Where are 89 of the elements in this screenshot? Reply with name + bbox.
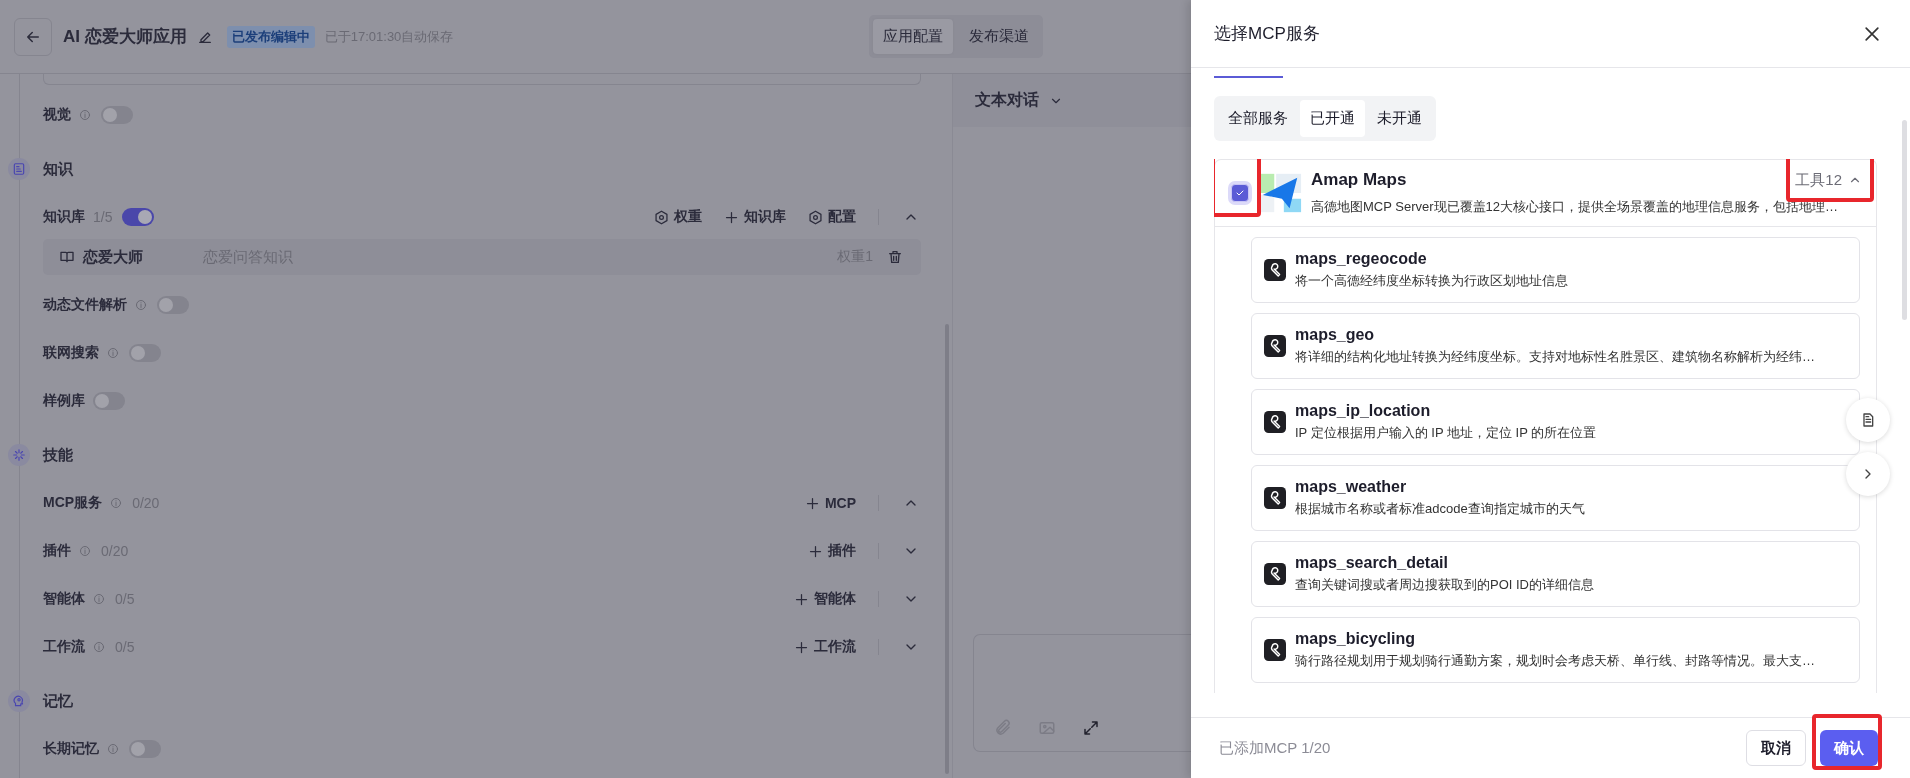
plus-icon — [794, 639, 809, 655]
tab[interactable]: 全部服务 — [1218, 100, 1298, 137]
trash-icon[interactable] — [887, 249, 903, 265]
next-button[interactable] — [1846, 452, 1890, 496]
toggle-switch[interactable] — [122, 208, 155, 226]
tool-description: 将一个高德经纬度坐标转换为行政区划地址信息 — [1295, 272, 1568, 290]
service-name: Amap Maps — [1311, 170, 1407, 190]
checkbox[interactable] — [1231, 184, 1249, 202]
plus-icon — [794, 591, 809, 607]
mode-dropdown[interactable]: 文本对话 — [975, 90, 1063, 111]
tool-description: 根据城市名称或者标准adcode查询指定城市的天气 — [1295, 500, 1585, 518]
plus-icon — [808, 543, 823, 559]
add-button[interactable]: 智能体 — [794, 590, 856, 608]
add-button[interactable]: 插件 — [808, 542, 856, 560]
book-icon — [59, 249, 75, 265]
info-icon[interactable] — [135, 299, 147, 311]
tool-count-toggle[interactable]: 工具12 — [1795, 170, 1862, 190]
gear-icon — [808, 209, 823, 225]
knowledge-name: 恋爱大师 — [83, 247, 143, 267]
section-title: 记忆 — [43, 691, 73, 711]
setting-label: 长期记忆 — [43, 740, 99, 758]
tool-item[interactable]: maps_ip_location IP 定位根据用户输入的 IP 地址，定位 IP 的所在位置 — [1251, 389, 1860, 455]
tool-item[interactable]: maps_geo 将详细的结构化地址转换为经纬度坐标。支持对地标性名胜景区、建筑物名称解析为经纬… — [1251, 313, 1860, 379]
toggle-switch[interactable] — [129, 740, 161, 758]
tool-name: maps_weather — [1295, 478, 1408, 496]
setting-label: 工作流 — [43, 638, 85, 656]
back-button[interactable] — [14, 17, 52, 56]
tool-name: maps_search_detail — [1295, 554, 1449, 572]
sparkle-icon — [8, 444, 30, 466]
info-icon[interactable] — [79, 109, 91, 121]
status-badge: 已发布编辑中 — [226, 25, 315, 48]
action-button[interactable]: 配置 — [808, 208, 856, 226]
tool-description: 骑行路径规划用于规划骑行通勤方案，规划时会考虑天桥、单行线、封路等情况。最大支… — [1295, 652, 1815, 670]
head-icon — [8, 690, 30, 712]
tool-name: maps_geo — [1295, 326, 1376, 344]
info-icon[interactable] — [93, 593, 105, 605]
confirm-button[interactable]: 确认 — [1820, 730, 1878, 766]
tab[interactable]: 已开通 — [1300, 100, 1365, 137]
tool-name: maps_bicycling — [1295, 630, 1417, 648]
tab[interactable]: 应用配置 — [873, 19, 953, 54]
tab[interactable]: 未开通 — [1367, 100, 1432, 137]
info-icon[interactable] — [110, 497, 123, 509]
paperclip-icon[interactable] — [994, 719, 1012, 737]
tool-name: maps_ip_location — [1295, 402, 1432, 420]
info-icon[interactable] — [93, 641, 105, 653]
document-icon — [8, 158, 30, 180]
setting-label: 知识库 — [43, 208, 85, 226]
setting-label: 插件 — [43, 542, 71, 560]
gear-icon — [654, 209, 669, 225]
expand-icon[interactable] — [1082, 719, 1100, 737]
setting-label: 视觉 — [43, 106, 71, 124]
setting-label: 动态文件解析 — [43, 296, 127, 314]
drawer-title: 选择MCP服务 — [1214, 23, 1321, 45]
tool-item[interactable]: maps_search_detail 查询关键词搜或者周边搜获取到的POI ID的详细信息 — [1251, 541, 1860, 607]
tool-name: maps_regeocode — [1295, 250, 1428, 268]
added-count: 已添加MCP 1/20 — [1219, 738, 1331, 758]
tab[interactable]: 发布渠道 — [959, 19, 1039, 54]
toggle-switch[interactable] — [101, 106, 133, 124]
setting-label: 联网搜索 — [43, 344, 99, 362]
info-icon[interactable] — [79, 545, 91, 557]
tool-description: IP 定位根据用户输入的 IP 地址，定位 IP 的所在位置 — [1295, 424, 1597, 442]
tool-item[interactable]: maps_weather 根据城市名称或者标准adcode查询指定城市的天气 — [1251, 465, 1860, 531]
action-button[interactable]: 权重 — [654, 208, 702, 226]
info-icon[interactable] — [107, 743, 119, 755]
image-icon[interactable] — [1038, 719, 1056, 737]
document-icon — [1860, 412, 1876, 428]
section-title: 技能 — [43, 445, 73, 465]
tool-description: 将详细的结构化地址转换为经纬度坐标。支持对地标性名胜景区、建筑物名称解析为经纬… — [1295, 348, 1815, 366]
plus-icon — [804, 495, 820, 511]
plus-icon — [724, 209, 739, 225]
setting-label: 样例库 — [43, 392, 85, 410]
setting-label: MCP服务 — [43, 494, 103, 512]
info-icon[interactable] — [107, 347, 119, 359]
add-button[interactable]: 工作流 — [794, 638, 856, 656]
toggle-switch[interactable] — [157, 296, 189, 314]
add-button[interactable]: MCP — [804, 495, 856, 511]
toggle-switch[interactable] — [129, 344, 161, 362]
action-button[interactable]: 知识库 — [724, 208, 786, 226]
tool-item[interactable]: maps_bicycling 骑行路径规划用于规划骑行通勤方案，规划时会考虑天桥、单行线、封路等情况。最大支… — [1251, 617, 1860, 683]
document-button[interactable] — [1846, 398, 1890, 442]
tool-item[interactable]: maps_regeocode 将一个高德经纬度坐标转换为行政区划地址信息 — [1251, 237, 1860, 303]
tab-indicator — [1214, 76, 1283, 78]
toggle-switch[interactable] — [93, 392, 125, 410]
tool-description: 查询关键词搜或者周边搜获取到的POI ID的详细信息 — [1295, 576, 1594, 594]
cancel-button[interactable]: 取消 — [1746, 730, 1806, 766]
scrollbar[interactable] — [1902, 120, 1907, 320]
app-title: AI 恋爱大师应用 — [63, 26, 187, 48]
section-title: 知识 — [43, 159, 73, 179]
setting-label: 智能体 — [43, 590, 85, 608]
